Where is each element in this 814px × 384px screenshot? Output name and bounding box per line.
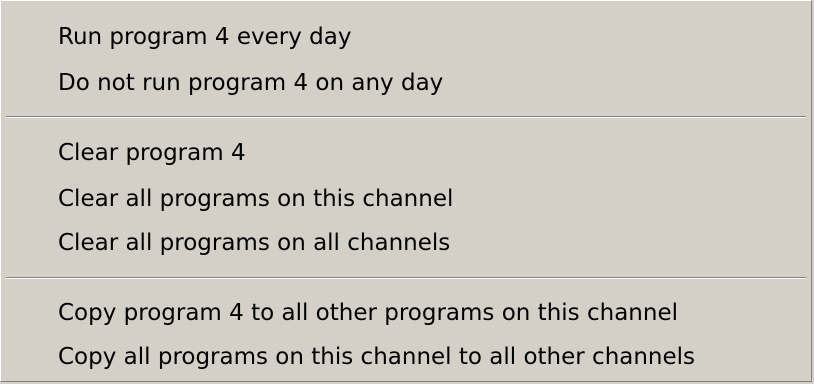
menu-item-do-not-run-program[interactable]: Do not run program 4 on any day [4,63,808,103]
menu-item-copy-program-to-other-programs[interactable]: Copy program 4 to all other programs on … [4,293,808,333]
menu-item-clear-all-programs-all-channels[interactable]: Clear all programs on all channels [4,223,808,263]
menu-item-clear-all-programs-this-channel[interactable]: Clear all programs on this channel [4,179,808,219]
context-menu: Run program 4 every day Do not run progr… [0,0,812,382]
menu-item-copy-programs-to-other-channels[interactable]: Copy all programs on this channel to all… [4,337,808,377]
menu-separator [6,116,806,118]
menu-separator [6,277,806,279]
menu-item-clear-program[interactable]: Clear program 4 [4,133,808,173]
menu-item-run-program-every-day[interactable]: Run program 4 every day [4,17,808,57]
